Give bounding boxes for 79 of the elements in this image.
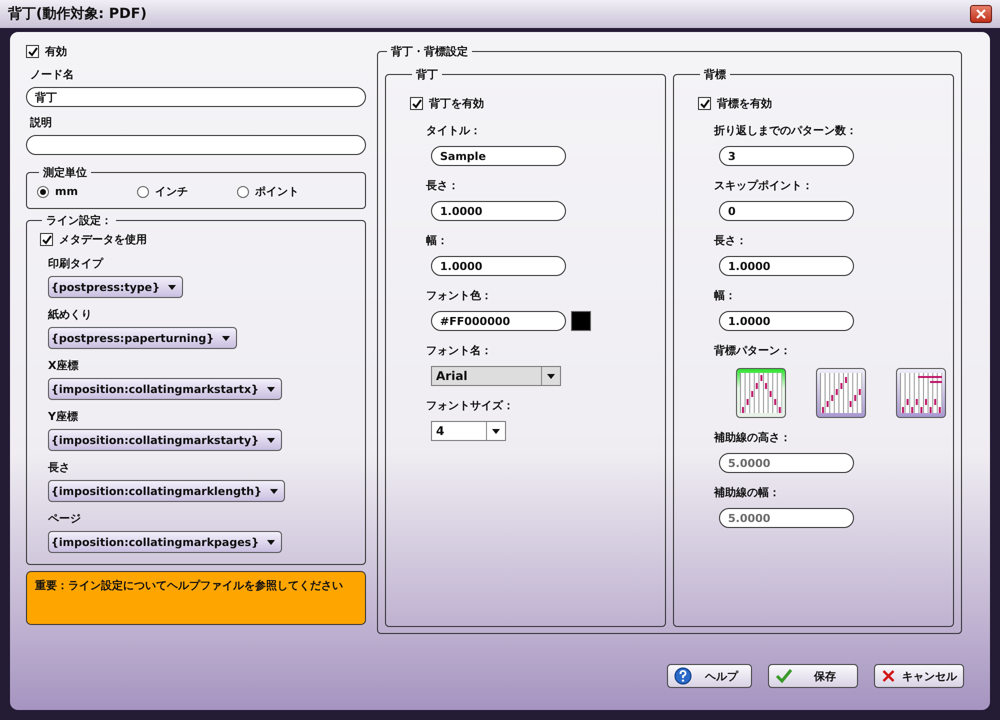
checkbox[interactable]: メタデータを使用 [40,232,147,247]
pattern-option[interactable] [736,368,786,418]
caret-icon [267,540,276,544]
dropdown[interactable]: {postpress:type} [48,276,183,298]
field-label: 長さ： [714,233,748,248]
check-icon [42,234,52,244]
checkbox[interactable]: 背標を有効 [698,96,772,111]
field-label: 長さ： [426,178,460,193]
field-label: フォントサイズ： [426,398,515,413]
caret-icon [222,336,230,340]
field-label: 説明 [30,115,53,130]
pattern-option[interactable] [896,368,946,418]
pattern-icon [820,373,862,413]
input-field[interactable]: 1.0000 [431,256,566,276]
combo-box[interactable]: 4 [431,421,506,441]
dialog-button[interactable]: ヘルプ [667,664,752,688]
pattern-option[interactable] [816,368,866,418]
field-label: 背標パターン： [714,343,792,358]
dropdown[interactable]: {imposition:collatingmarkstarty} [48,429,282,451]
field-label: 折り返しまでのパターン数： [714,123,858,138]
dialog-button[interactable]: 保存 [768,664,858,688]
caret-icon [266,438,275,442]
field-label: ノード名 [30,67,75,82]
caret-icon [492,428,500,434]
color-swatch[interactable] [571,311,591,331]
input-field[interactable]: Sample [431,146,566,166]
field-label: フォント色： [426,288,493,303]
group-title: 背標 [702,67,727,82]
close-icon [976,9,986,19]
input-field[interactable]: 0 [719,201,854,221]
field-label: 紙めくり [48,307,93,322]
field-label: Y座標 [48,409,79,424]
input-field[interactable]: 1.0000 [431,201,566,221]
group-title: 背丁 [414,67,439,82]
field-label: スキップポイント： [714,178,814,193]
dialog-button[interactable]: キャンセル [874,664,964,688]
caret-icon [168,284,176,290]
check-icon [700,98,710,108]
dropdown[interactable]: {imposition:collatingmarklength} [48,480,285,502]
checkbox[interactable]: 背丁を有効 [410,96,484,111]
caret-icon [266,386,275,392]
notice-banner: 重要：ライン設定についてヘルプファイルを参照してください [26,571,366,625]
dropdown[interactable]: {imposition:collatingmarkpages} [48,531,282,553]
radio-button[interactable]: ポイント [237,184,337,199]
checkbox[interactable]: 有効 [26,44,366,59]
input-field[interactable]: 1.0000 [719,256,854,276]
field-label: 印刷タイプ [48,256,104,271]
field-label: 補助線の幅： [714,485,781,500]
field-label: 補助線の高さ： [714,430,792,445]
window-title: 背丁(動作対象: PDF) [8,5,147,23]
input-field[interactable]: #FF000000 [431,311,566,331]
caret-icon [547,374,555,378]
pattern-icon [900,373,942,413]
check-icon [775,667,793,685]
field-label: タイトル： [426,123,482,138]
field-label: X座標 [48,358,80,373]
input-field[interactable]: 3 [719,146,854,166]
group-title: ライン設定： [45,213,113,228]
check-icon [28,46,38,56]
dropdown[interactable]: {imposition:collatingmarkstartx} [48,378,282,400]
input-field[interactable]: 1.0000 [719,311,854,331]
caret-icon [270,488,278,494]
group-title: 背丁・背標設定 [390,44,469,59]
field-label: 長さ [48,460,71,475]
pattern-icon [740,373,782,413]
input-field[interactable] [26,135,366,155]
group-title: 測定単位 [42,165,88,180]
close-button[interactable] [970,5,992,23]
help-icon [674,667,692,685]
input-field[interactable]: 背丁 [26,87,366,107]
field-label: ページ [48,511,82,526]
radio-button[interactable]: mm [37,184,137,199]
field-label: フォント名： [426,343,493,358]
field-label: 幅： [714,288,737,303]
dropdown[interactable]: {postpress:paperturning} [48,327,238,349]
field-label: 幅： [426,233,449,248]
radio-button[interactable]: インチ [137,184,237,199]
dropdown[interactable]: Arial [431,366,561,386]
check-icon [412,98,422,108]
